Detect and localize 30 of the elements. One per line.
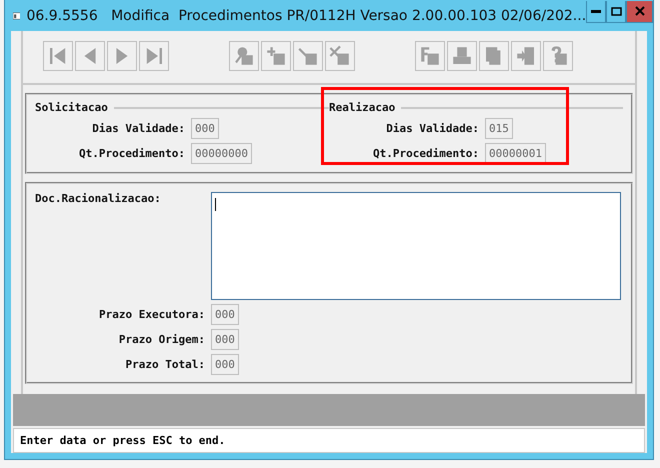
maximize-button[interactable] xyxy=(606,0,626,22)
window-title: 06.9.5556 Modifica Procedimentos PR/0112H Versao 2.00.00.103 02/06/202... xyxy=(26,8,586,24)
field-label: Doc.Racionalizacao: xyxy=(35,192,162,207)
value-field[interactable]: 000 xyxy=(211,354,239,375)
app-icon xyxy=(13,10,20,22)
text-area[interactable] xyxy=(211,192,621,300)
value-field[interactable]: 000 xyxy=(211,304,239,325)
plus-icon xyxy=(264,44,288,68)
group-title: Realizacao xyxy=(329,101,396,114)
cross-icon xyxy=(328,44,352,68)
close-button[interactable] xyxy=(626,0,654,22)
field-label: Qt.Procedimento: xyxy=(372,147,479,160)
field-label: Dias Validade: xyxy=(91,122,185,135)
field-label: Dias Validade: xyxy=(385,122,479,135)
maximize-icon xyxy=(610,6,622,16)
value-field[interactable]: 00000000 xyxy=(191,143,252,164)
field-label: Prazo Executora: xyxy=(98,308,205,321)
value-field[interactable]: 000 xyxy=(191,118,219,139)
field-label: Qt.Procedimento: xyxy=(78,147,185,160)
value-field[interactable]: 000 xyxy=(211,329,239,350)
minimize-icon xyxy=(591,10,602,12)
f-page-icon xyxy=(418,44,442,68)
field-label: Prazo Origem: xyxy=(118,333,205,346)
status-bar: Enter data or press ESC to end. xyxy=(13,428,645,453)
value-field[interactable]: 00000001 xyxy=(485,143,546,164)
minimize-button[interactable] xyxy=(586,0,606,22)
close-icon xyxy=(634,6,645,16)
group-title: Solicitacao xyxy=(35,101,108,114)
value-field[interactable]: 015 xyxy=(485,118,513,139)
field-label: Prazo Total: xyxy=(124,358,205,371)
